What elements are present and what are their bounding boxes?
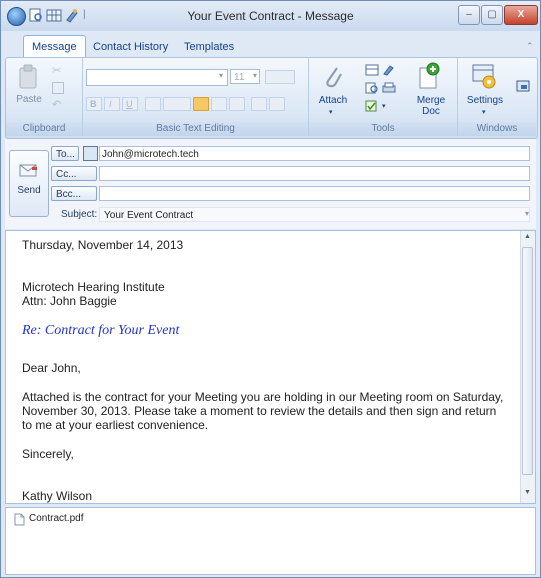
- closing-line: Sincerely,: [22, 447, 74, 461]
- re-line: Re: Contract for Your Event: [22, 323, 180, 338]
- attn-line: Attn: John Baggie: [22, 294, 117, 308]
- font-name-box[interactable]: [86, 69, 228, 86]
- font-color-icon[interactable]: [163, 97, 191, 111]
- message-body[interactable]: Thursday, November 14, 2013 Microtech He…: [5, 230, 536, 504]
- tab-contact-history[interactable]: Contact History: [93, 41, 168, 53]
- date-line: Thursday, November 14, 2013: [22, 238, 184, 252]
- send-envelope-icon: [19, 164, 37, 177]
- tab-message[interactable]: Message: [23, 35, 86, 58]
- tools-group-label: Tools: [309, 122, 457, 136]
- paint-brush-icon[interactable]: [382, 63, 396, 76]
- align-center-icon[interactable]: [211, 97, 227, 111]
- scrollbar-thumb[interactable]: [522, 247, 533, 475]
- undo-icon[interactable]: ↶: [52, 98, 61, 111]
- cc-button[interactable]: Cc...: [51, 166, 97, 181]
- paragraph-line-2: November 30, 2013. Please take a moment …: [22, 404, 497, 418]
- numbering-icon[interactable]: [269, 97, 285, 111]
- merge-doc-icon: [419, 62, 440, 89]
- attachments-pane: Contract.pdf: [5, 507, 536, 575]
- address-book-icon[interactable]: [83, 146, 98, 161]
- send-label: Send: [17, 185, 41, 196]
- settings-dropdown-icon[interactable]: ▾: [482, 108, 486, 116]
- ribbon-collapse-icon[interactable]: ⌃: [526, 41, 534, 52]
- close-icon[interactable]: X: [504, 5, 538, 25]
- copy-icon[interactable]: [52, 82, 64, 94]
- clipboard-group: Paste ✂ ↶ Clipboard: [6, 58, 83, 136]
- paperclip-icon: [326, 67, 342, 88]
- grow-font-icon[interactable]: [265, 70, 295, 84]
- subject-field[interactable]: Your Event Contract: [99, 207, 530, 222]
- underline-button[interactable]: U: [122, 97, 138, 111]
- print-icon[interactable]: [382, 82, 396, 94]
- to-field[interactable]: John@microtech.tech: [99, 146, 530, 161]
- windows-group: Settings ▾ Windows: [458, 58, 536, 136]
- merge-button[interactable]: Merge: [413, 95, 449, 106]
- settings-icon: [472, 64, 496, 89]
- find-icon[interactable]: [365, 82, 379, 94]
- subject-label: Subject:: [61, 209, 98, 220]
- spellcheck-icon[interactable]: [365, 100, 379, 112]
- basic-text-group: ▾ 11 ▾ B I U ↘ Basic Text Editing: [83, 58, 309, 136]
- paragraph-line-3: to me at your earliest convenience.: [22, 418, 209, 432]
- ribbon-tabs: Message Contact History Templates ⌃: [1, 31, 540, 58]
- to-button[interactable]: To...: [51, 146, 79, 161]
- calendar-icon[interactable]: [365, 64, 379, 76]
- body-scrollbar[interactable]: ▲ ▼: [520, 231, 535, 503]
- cc-field[interactable]: [99, 166, 530, 181]
- italic-button[interactable]: I: [104, 97, 120, 111]
- window-switch-icon[interactable]: [516, 80, 530, 92]
- align-left-icon[interactable]: [193, 97, 209, 111]
- company-line: Microtech Hearing Institute: [22, 280, 165, 294]
- font-size-dropdown-icon[interactable]: ▾: [253, 71, 257, 80]
- message-window: | Your Event Contract - Message – ▢ X Me…: [0, 0, 541, 578]
- tools-group: Attach ▾ ▾ Merge Doc Tools: [309, 58, 458, 136]
- subject-dropdown-icon[interactable]: ▾: [525, 209, 529, 218]
- bullets-icon[interactable]: [251, 97, 267, 111]
- bcc-field[interactable]: [99, 186, 530, 201]
- highlight-icon[interactable]: [145, 97, 161, 111]
- spellcheck-dropdown-icon[interactable]: ▾: [382, 102, 386, 110]
- attach-dropdown-icon[interactable]: ▾: [329, 108, 333, 116]
- font-name-dropdown-icon[interactable]: ▾: [219, 71, 223, 80]
- greeting-line: Dear John,: [22, 361, 81, 375]
- scroll-down-icon[interactable]: ▼: [524, 489, 531, 496]
- pdf-file-icon: [14, 513, 25, 526]
- bold-button[interactable]: B: [86, 97, 102, 111]
- windows-group-label: Windows: [458, 122, 536, 136]
- message-header: Send To... John@microtech.tech Cc... Bcc…: [5, 139, 536, 229]
- bcc-button[interactable]: Bcc...: [51, 186, 97, 201]
- minimize-icon[interactable]: –: [458, 5, 480, 25]
- settings-button[interactable]: Settings: [464, 95, 506, 106]
- maximize-icon[interactable]: ▢: [481, 5, 503, 25]
- clipboard-group-label: Clipboard: [6, 122, 82, 136]
- paste-icon: [19, 64, 37, 89]
- align-right-icon[interactable]: [229, 97, 245, 111]
- signer-line: Kathy Wilson: [22, 489, 93, 503]
- paragraph-line-1: Attached is the contract for your Meetin…: [22, 390, 504, 404]
- tab-templates[interactable]: Templates: [184, 41, 234, 53]
- send-button[interactable]: Send: [9, 150, 49, 217]
- paste-label[interactable]: Paste: [14, 94, 44, 105]
- attach-button[interactable]: Attach: [313, 95, 353, 106]
- basic-text-group-label: Basic Text Editing: [83, 122, 308, 136]
- ribbon: Paste ✂ ↶ Clipboard ▾ 11 ▾ B I U ↘ Basic…: [5, 57, 538, 139]
- scroll-up-icon[interactable]: ▲: [524, 233, 531, 240]
- attachment-name: Contract.pdf: [29, 513, 84, 524]
- merge-doc-label[interactable]: Doc: [413, 106, 449, 117]
- cut-icon[interactable]: ✂: [52, 64, 61, 77]
- title-bar: | Your Event Contract - Message – ▢ X: [1, 1, 540, 31]
